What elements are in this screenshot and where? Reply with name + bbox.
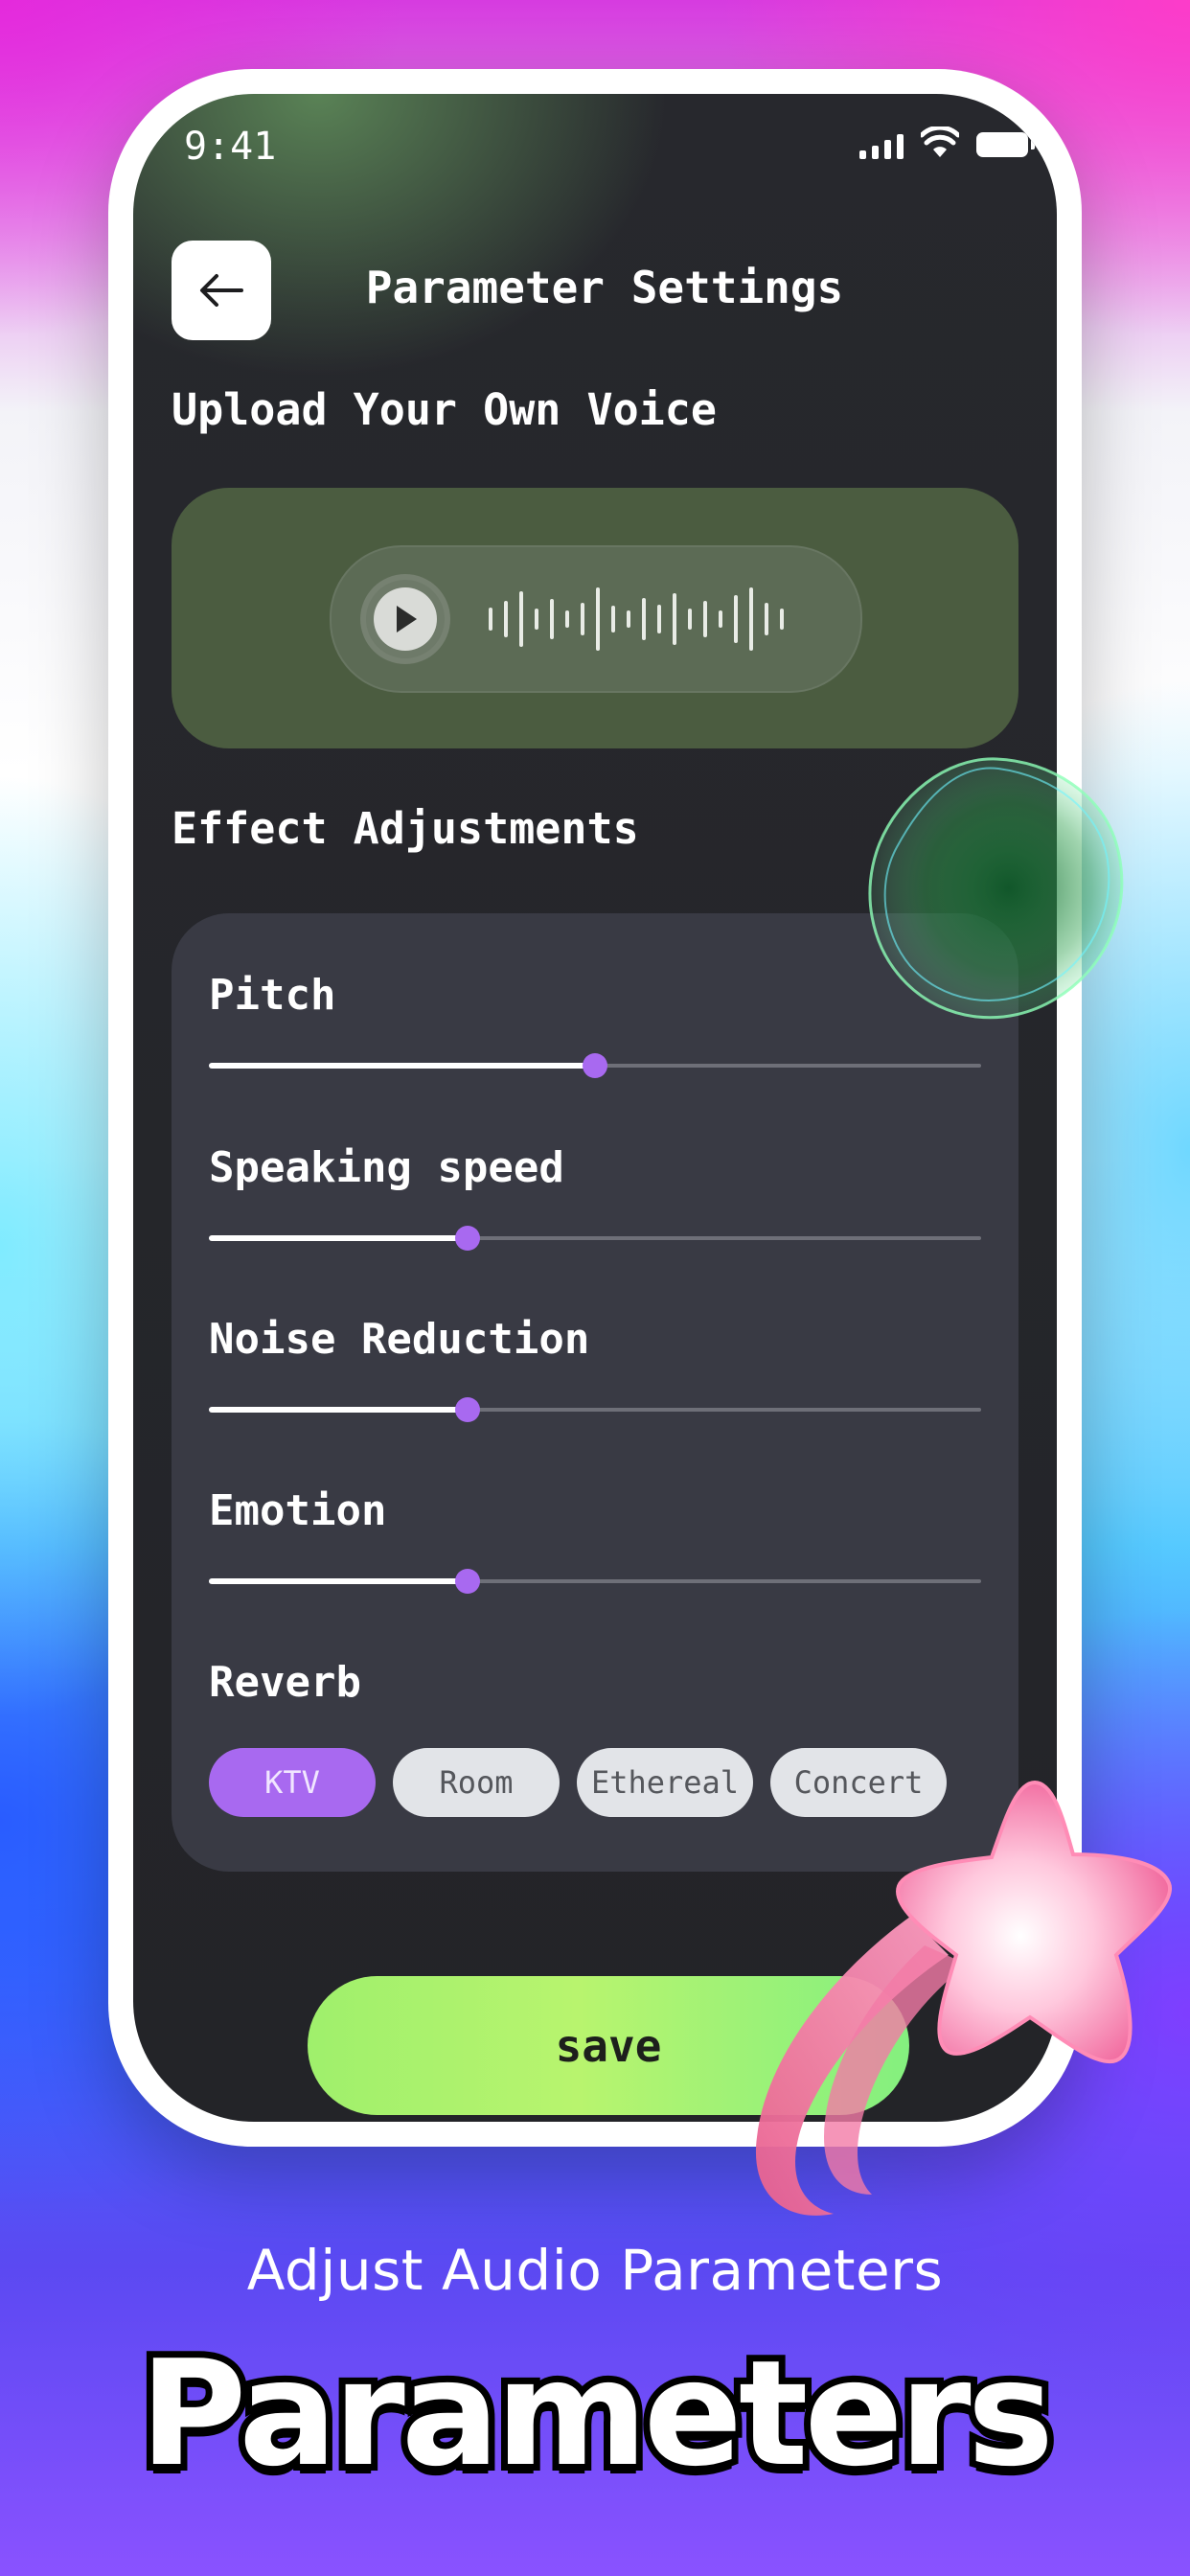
param-label-pitch: Pitch xyxy=(209,971,336,1020)
param-label-noise-reduction: Noise Reduction xyxy=(209,1315,590,1364)
slider-thumb[interactable] xyxy=(455,1226,480,1251)
param-label-reverb: Reverb xyxy=(209,1658,361,1707)
audio-player[interactable] xyxy=(330,545,862,693)
star-decoration xyxy=(755,1780,1173,2216)
speaking-speed-slider[interactable] xyxy=(209,1224,981,1253)
sound-blob-decoration xyxy=(868,757,1124,1020)
slider-fill xyxy=(209,1578,468,1584)
status-bar: 9:41 xyxy=(133,94,1057,199)
promo-headline: Parameters xyxy=(133,2322,1061,2505)
noise-reduction-slider[interactable] xyxy=(209,1395,981,1424)
reverb-option-ktv[interactable]: KTV xyxy=(209,1748,376,1817)
reverb-option-ethereal[interactable]: Ethereal xyxy=(577,1748,753,1817)
slider-fill xyxy=(209,1235,468,1241)
page-title: Parameter Settings xyxy=(365,262,844,313)
waveform-icon xyxy=(489,587,784,651)
upload-section-title: Upload Your Own Voice xyxy=(172,384,717,435)
effects-card: Pitch Speaking speed Noise Reduction Emo… xyxy=(172,913,1018,1872)
reverb-option-room[interactable]: Room xyxy=(393,1748,560,1817)
voice-upload-card[interactable] xyxy=(172,488,1018,748)
emotion-slider[interactable] xyxy=(209,1567,981,1596)
status-time: 9:41 xyxy=(184,125,277,169)
param-label-emotion: Emotion xyxy=(209,1486,387,1535)
slider-thumb[interactable] xyxy=(583,1053,607,1078)
slider-thumb[interactable] xyxy=(455,1569,480,1594)
promo-caption: Adjust Audio Parameters xyxy=(246,2238,944,2303)
cellular-signal-icon xyxy=(859,134,904,159)
effects-section-title: Effect Adjustments xyxy=(172,803,639,854)
battery-icon xyxy=(976,132,1035,157)
play-icon xyxy=(397,606,417,632)
pitch-slider[interactable] xyxy=(209,1051,981,1080)
slider-fill xyxy=(209,1063,595,1069)
play-button[interactable] xyxy=(360,574,450,664)
param-label-speaking-speed: Speaking speed xyxy=(209,1143,564,1192)
slider-fill xyxy=(209,1407,468,1413)
slider-thumb[interactable] xyxy=(455,1397,480,1422)
wifi-icon xyxy=(921,126,959,157)
